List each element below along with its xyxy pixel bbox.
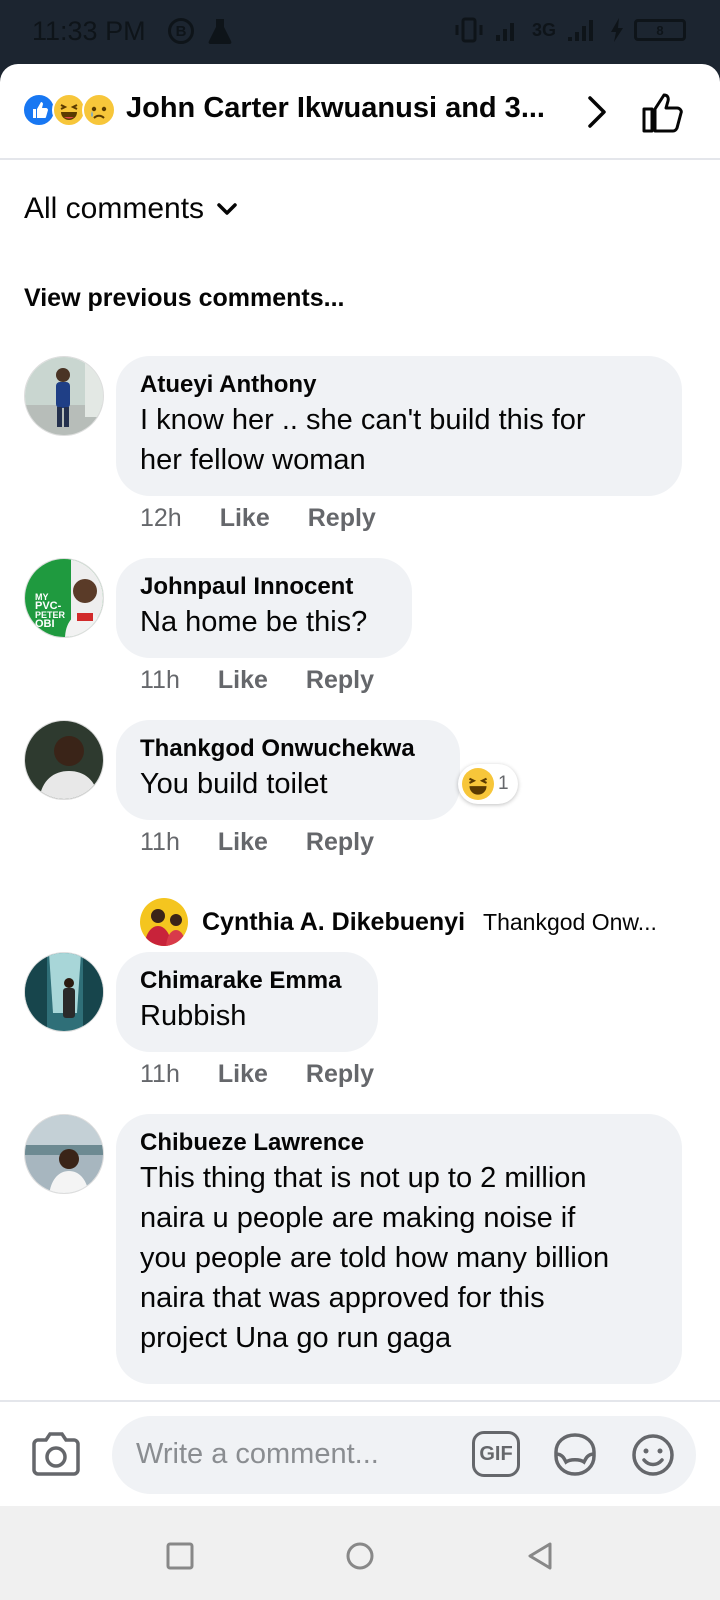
back-icon[interactable] (520, 1536, 560, 1576)
comments-filter-dropdown[interactable]: All comments (24, 192, 238, 226)
comment-reaction-badge[interactable]: 1 (458, 764, 518, 804)
b-notification-icon: B (168, 18, 194, 44)
chevron-down-icon (217, 203, 237, 215)
view-previous-comments-link[interactable]: View previous comments... (24, 284, 344, 313)
avatar[interactable] (24, 1114, 104, 1194)
gif-button[interactable]: GIF (472, 1431, 520, 1477)
comment-input-placeholder: Write a comment... (136, 1438, 379, 1470)
avatar (140, 898, 188, 946)
comment-author[interactable]: Johnpaul Innocent (140, 572, 388, 602)
comment-actions: 11h Like Reply (140, 1060, 374, 1089)
comment-actions: 12h Like Reply (140, 504, 376, 533)
avatar[interactable] (24, 952, 104, 1032)
comment-author[interactable]: Chibueze Lawrence (140, 1128, 658, 1158)
like-button[interactable]: Like (218, 666, 268, 695)
comment-author[interactable]: Thankgod Onwuchekwa (140, 734, 436, 764)
comment-text: You build toilet (140, 768, 328, 800)
comment-time: 11h (140, 1060, 180, 1088)
reply-button[interactable]: Reply (306, 828, 374, 857)
reply-button[interactable]: Reply (306, 1060, 374, 1089)
comment-bubble[interactable]: Johnpaul Innocent Na home be this? (116, 558, 412, 658)
comment-text: project Una go run gaga (140, 1322, 452, 1354)
reply-button[interactable]: Reply (306, 666, 374, 695)
comment-actions: 11h Like Reply (140, 666, 374, 695)
haha-icon (462, 768, 494, 800)
comment-text: naira u people are making noise if (140, 1202, 576, 1234)
system-navigation-bar (0, 1506, 720, 1600)
status-time: 11:33 PM (32, 16, 146, 46)
comment-bubble[interactable]: Atueyi Anthony I know her .. she can't b… (116, 356, 682, 496)
battery-icon: 8 (634, 19, 686, 41)
avatar[interactable] (24, 720, 104, 800)
comment-bubble[interactable]: Chibueze Lawrence This thing that is not… (116, 1114, 682, 1384)
reply-author: Cynthia A. Dikebuenyi (202, 907, 466, 936)
comment-time: 11h (140, 666, 180, 694)
like-icon (22, 93, 56, 127)
comment-actions: 11h Like Reply (140, 828, 374, 857)
reaction-count: 1 (498, 773, 509, 794)
signal-icon-2 (568, 20, 593, 41)
comment-composer: Write a comment... GIF (0, 1400, 720, 1506)
thumbs-up-icon[interactable] (640, 90, 686, 136)
avatar[interactable]: MY PVC- PETER OBI (24, 558, 104, 638)
signal-icon (495, 23, 514, 41)
avatar-caption: OBI (35, 618, 55, 630)
comment-author[interactable]: Atueyi Anthony (140, 370, 658, 400)
comment-time: 11h (140, 828, 180, 856)
comment-input[interactable]: Write a comment... GIF (112, 1416, 696, 1494)
comment-bubble[interactable]: Thankgod Onwuchekwa You build toilet (116, 720, 460, 820)
network-type: 3G (531, 19, 556, 40)
comment-text: I know her .. she can't build this for (140, 404, 586, 436)
haha-icon (52, 93, 86, 127)
reactors-title[interactable]: John Carter Ikwuanusi and 3... (126, 92, 566, 125)
sad-icon (82, 93, 116, 127)
comment-text: her fellow woman (140, 444, 366, 476)
emoji-icon[interactable] (630, 1432, 676, 1478)
home-icon[interactable] (340, 1536, 380, 1576)
vibrate-icon (455, 17, 483, 43)
chevron-right-icon[interactable] (578, 92, 618, 132)
reply-button[interactable]: Reply (308, 504, 376, 533)
sheet-header: John Carter Ikwuanusi and 3... (0, 64, 720, 160)
comment-text: naira that was approved for this (140, 1282, 545, 1314)
reply-preview[interactable]: Cynthia A. Dikebuenyi Thankgod Onw... (140, 898, 700, 946)
charging-icon (611, 18, 623, 42)
status-bar: 11:33 PM B 3G 8 (0, 0, 720, 64)
comment-text: This thing that is not up to 2 million (140, 1162, 587, 1194)
avatar[interactable] (24, 356, 104, 436)
reaction-summary[interactable] (22, 93, 120, 129)
flask-icon (208, 19, 232, 44)
like-button[interactable]: Like (218, 828, 268, 857)
comment-author[interactable]: Chimarake Emma (140, 966, 354, 996)
recent-apps-icon[interactable] (160, 1536, 200, 1576)
comment-bubble[interactable]: Chimarake Emma Rubbish (116, 952, 378, 1052)
filter-label: All comments (24, 192, 205, 225)
like-button[interactable]: Like (220, 504, 270, 533)
like-button[interactable]: Like (218, 1060, 268, 1089)
comment-text: Rubbish (140, 1000, 247, 1032)
sticker-icon[interactable] (550, 1430, 600, 1480)
comments-sheet: John Carter Ikwuanusi and 3... All comme… (0, 64, 720, 1506)
camera-icon[interactable] (30, 1430, 82, 1478)
comment-time: 12h (140, 504, 182, 532)
comment-text: you people are told how many billion (140, 1242, 610, 1274)
reply-preview-text: Thankgod Onw... (483, 908, 657, 935)
comment-text: Na home be this? (140, 606, 368, 638)
